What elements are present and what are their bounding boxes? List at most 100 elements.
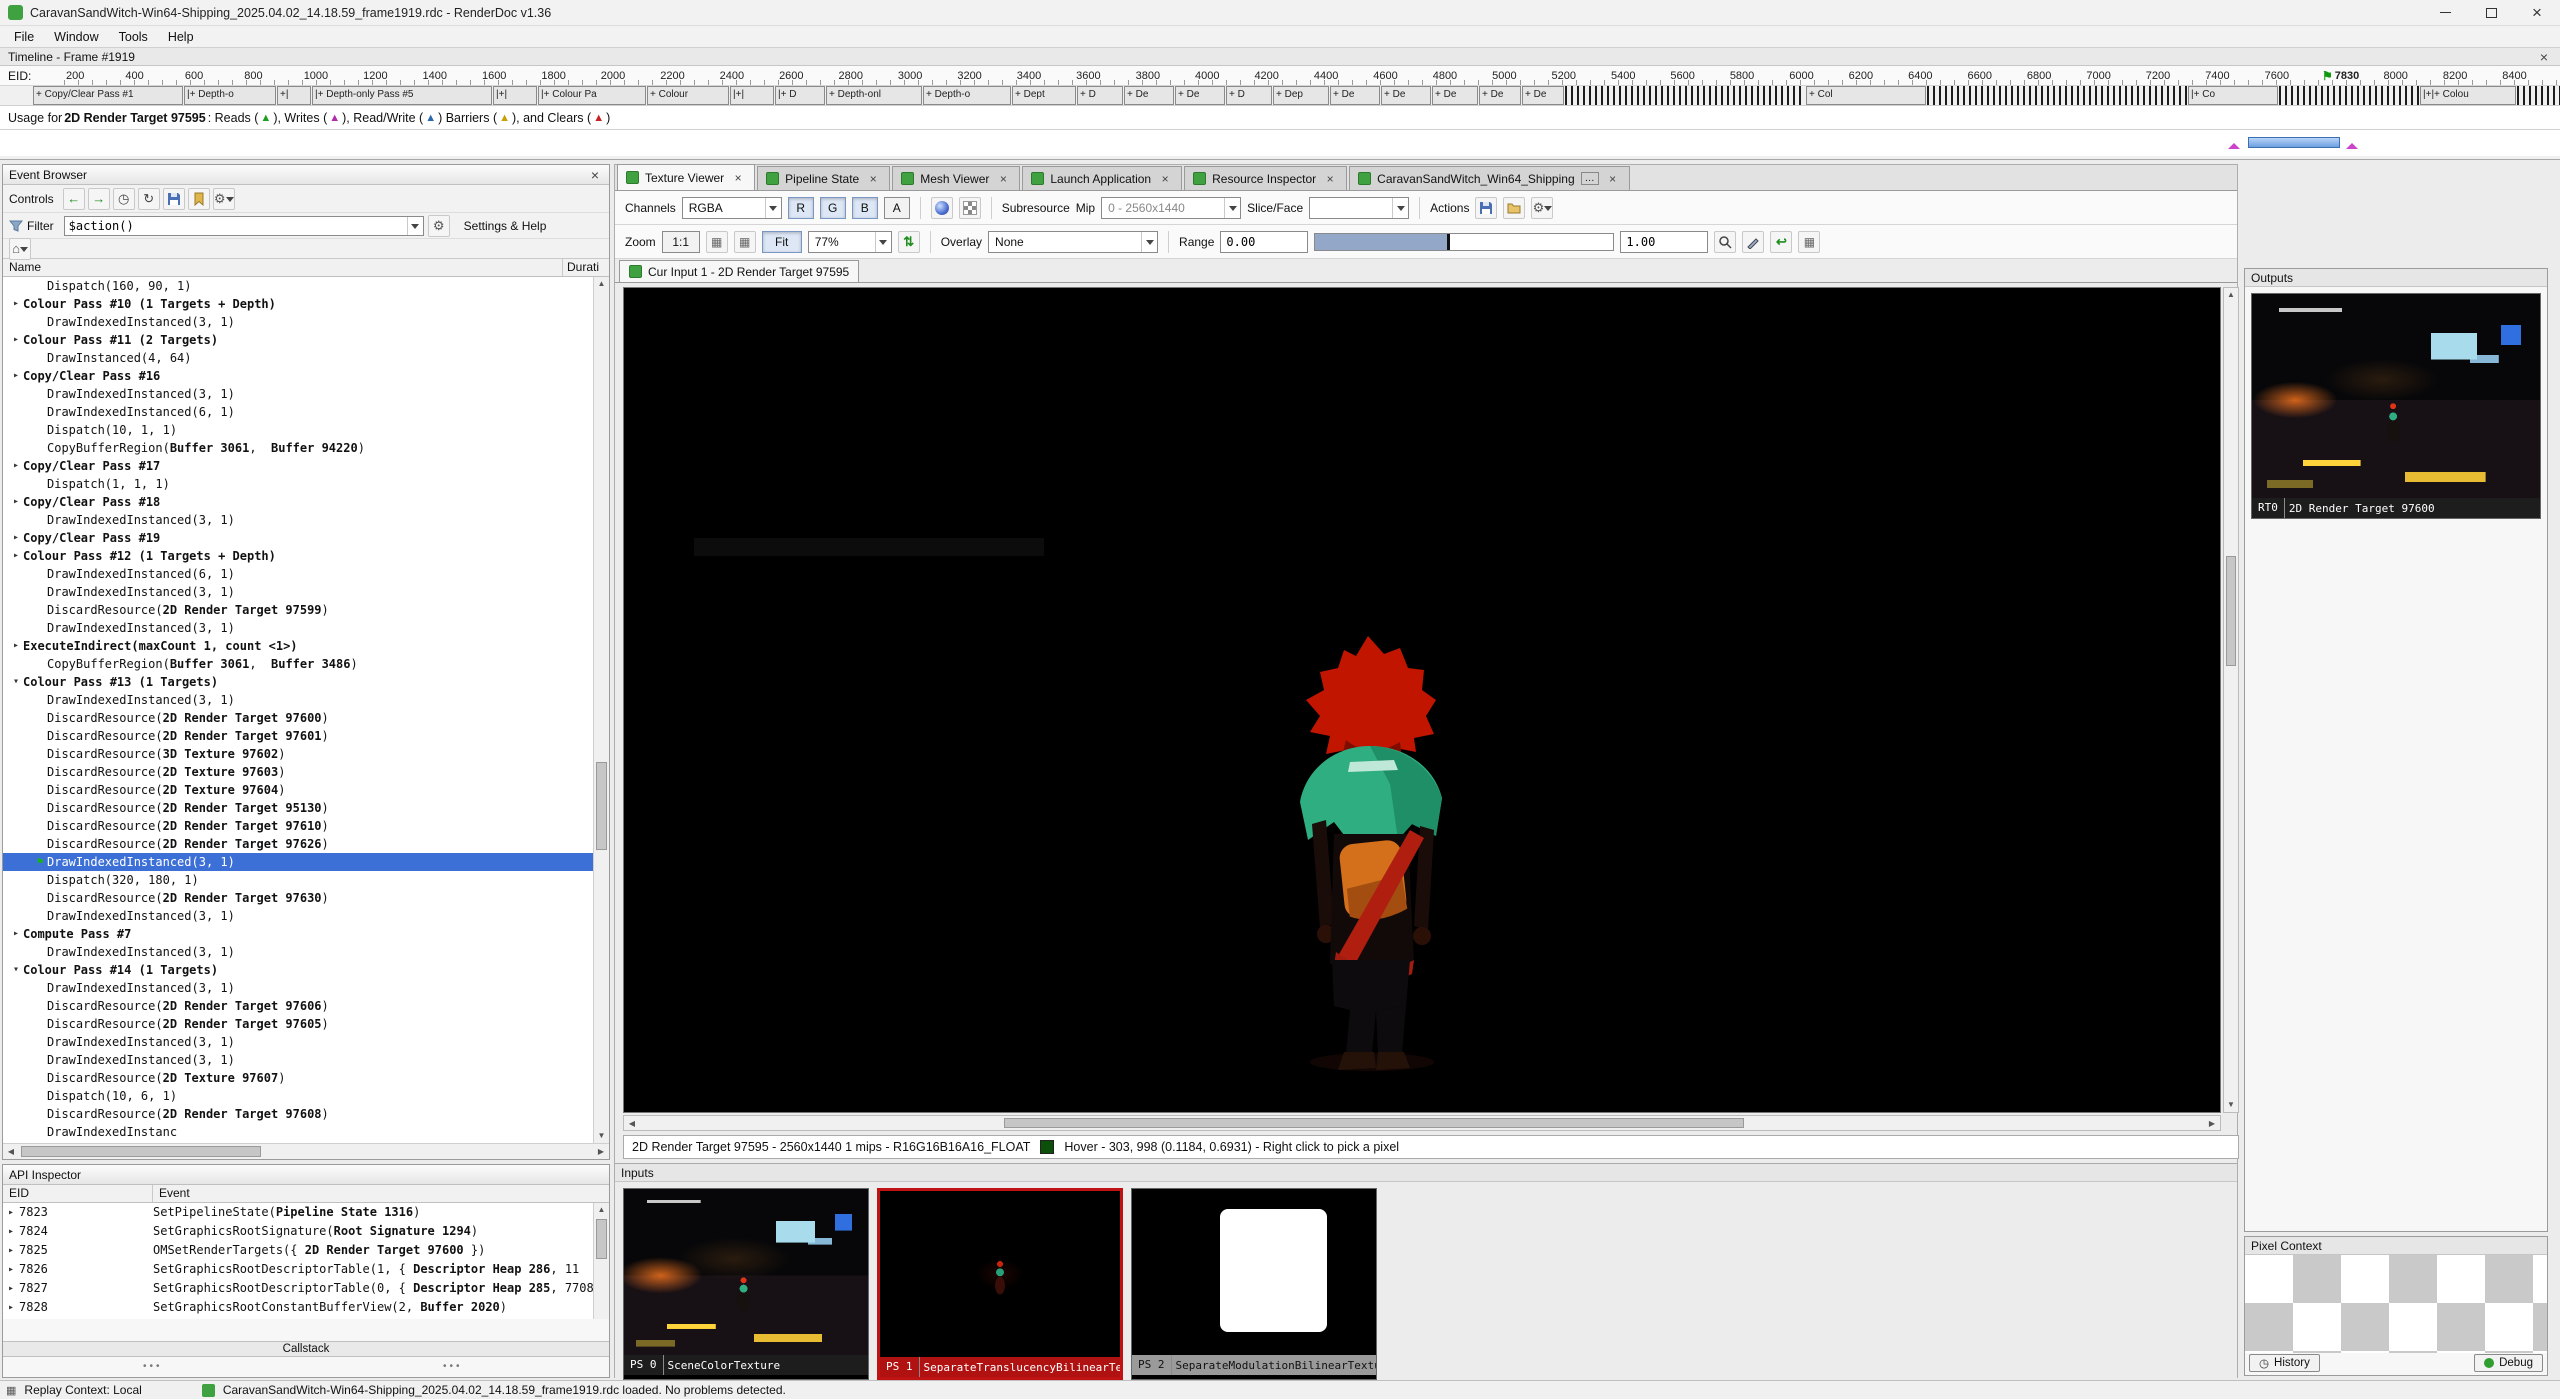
replay-context-label[interactable]: Replay Context: Local xyxy=(24,1383,141,1397)
event-row[interactable]: DrawIndexedInstanced(3, 1) xyxy=(3,619,593,637)
pass-segment[interactable]: + De xyxy=(1522,86,1564,105)
expand-arrow-icon[interactable] xyxy=(9,673,23,691)
expand-arrow-icon[interactable] xyxy=(33,313,47,331)
scrollbar-thumb[interactable] xyxy=(596,1219,607,1259)
duration-column-header[interactable]: Durati xyxy=(563,259,609,276)
expand-arrow-icon[interactable] xyxy=(33,997,47,1015)
expand-arrow-icon[interactable] xyxy=(33,763,47,781)
expand-arrow-icon[interactable] xyxy=(33,781,47,799)
splitter-grip[interactable] xyxy=(443,1361,463,1372)
pass-segment[interactable]: + D xyxy=(1077,86,1123,105)
close-button[interactable] xyxy=(2514,0,2560,25)
range-slider[interactable] xyxy=(1314,233,1614,251)
expand-arrow-icon[interactable] xyxy=(33,439,47,457)
expand-arrow-icon[interactable] xyxy=(33,745,47,763)
expand-arrow-icon[interactable] xyxy=(33,511,47,529)
pass-segment[interactable]: + De xyxy=(1330,86,1380,105)
expand-arrow-icon[interactable] xyxy=(3,1279,19,1298)
document-tab[interactable]: Mesh Viewer xyxy=(892,166,1020,190)
expand-arrow-icon[interactable] xyxy=(33,655,47,673)
expand-arrow-icon[interactable] xyxy=(33,601,47,619)
name-column-header[interactable]: Name xyxy=(3,259,563,276)
event-row[interactable]: DiscardResource(2D Render Target 97610) xyxy=(3,817,593,835)
range-zoom-button[interactable] xyxy=(1714,231,1736,253)
api-row[interactable]: 7827 SetGraphicsRootDescriptorTable(0, {… xyxy=(3,1279,593,1298)
pass-segment[interactable]: + Dept xyxy=(1012,86,1076,105)
expand-arrow-icon[interactable] xyxy=(9,925,23,943)
pass-segment[interactable]: + Colour xyxy=(647,86,729,105)
pass-segment[interactable] xyxy=(2517,86,2560,105)
minimize-button[interactable] xyxy=(2422,0,2468,25)
pass-segment[interactable]: |+|+ Colou xyxy=(2420,86,2516,105)
pass-segment[interactable]: + Depth-o xyxy=(923,86,1011,105)
expand-arrow-icon[interactable] xyxy=(9,295,23,313)
checker-background-button[interactable] xyxy=(959,197,981,219)
event-row[interactable]: DrawIndexedInstanced(3, 1) xyxy=(3,313,593,331)
event-row[interactable]: DiscardResource(2D Texture 97604) xyxy=(3,781,593,799)
api-row[interactable]: 7825 OMSetRenderTargets({ 2D Render Targ… xyxy=(3,1241,593,1260)
expand-arrow-icon[interactable] xyxy=(33,619,47,637)
api-row[interactable]: 7828 SetGraphicsRootConstantBufferView(2… xyxy=(3,1298,593,1317)
scroll-left-icon[interactable] xyxy=(3,1144,19,1159)
expand-arrow-icon[interactable] xyxy=(33,277,47,295)
sliceface-combo[interactable] xyxy=(1309,197,1409,219)
document-tab[interactable]: Launch Application xyxy=(1022,166,1182,190)
range-autofit-button[interactable] xyxy=(1742,231,1764,253)
event-row[interactable]: DrawIndexedInstanced(3, 1) xyxy=(3,385,593,403)
event-row[interactable]: DrawIndexedInstanced(6, 1) xyxy=(3,403,593,421)
expand-arrow-icon[interactable] xyxy=(33,799,47,817)
expand-arrow-icon[interactable] xyxy=(9,529,23,547)
menu-item[interactable]: Help xyxy=(158,30,204,44)
event-row[interactable]: DiscardResource(2D Render Target 97606) xyxy=(3,997,593,1015)
expand-arrow-icon[interactable] xyxy=(9,637,23,655)
expand-arrow-icon[interactable] xyxy=(33,1123,47,1141)
scroll-up-icon[interactable] xyxy=(594,277,609,291)
event-row[interactable]: Copy/Clear Pass #16 xyxy=(3,367,593,385)
event-row[interactable]: DrawInstanced(4, 64) xyxy=(3,349,593,367)
range-slider-handle[interactable] xyxy=(1447,234,1450,250)
expand-arrow-icon[interactable] xyxy=(9,961,23,979)
pass-segment[interactable]: + De xyxy=(1479,86,1521,105)
flip-y-button[interactable] xyxy=(898,231,920,253)
pass-segment[interactable]: |+| xyxy=(493,86,537,105)
expand-arrow-icon[interactable] xyxy=(33,1015,47,1033)
current-texture-tab[interactable]: Cur Input 1 - 2D Render Target 97595 xyxy=(619,260,859,282)
event-row[interactable]: DiscardResource(2D Render Target 97600) xyxy=(3,709,593,727)
event-row[interactable]: CopyBufferRegion(Buffer 3061, Buffer 942… xyxy=(3,439,593,457)
output-thumbnail[interactable]: RT0 2D Render Target 97600 xyxy=(2251,293,2541,519)
expand-arrow-icon[interactable] xyxy=(9,457,23,475)
expand-arrow-icon[interactable] xyxy=(3,1260,19,1279)
zoom-grid-button[interactable] xyxy=(706,231,728,253)
gamma-display-button[interactable] xyxy=(931,197,953,219)
pass-segment[interactable]: + D xyxy=(1226,86,1272,105)
expand-arrow-icon[interactable] xyxy=(33,349,47,367)
expand-arrow-icon[interactable] xyxy=(3,1203,19,1222)
event-row[interactable]: Copy/Clear Pass #17 xyxy=(3,457,593,475)
range-histogram-button[interactable] xyxy=(1798,231,1820,253)
input-thumbnail[interactable]: PS 1 SeparateTranslucencyBilinearTexture xyxy=(877,1188,1123,1380)
open-texture-button[interactable] xyxy=(1503,197,1525,219)
channels-combo[interactable]: RGBA xyxy=(682,197,782,219)
pass-segment[interactable]: +| xyxy=(277,86,311,105)
timeline-ruler[interactable]: EID: 20040060080010001200140016001800200… xyxy=(0,66,2560,86)
blue-channel-toggle[interactable]: B xyxy=(852,197,878,219)
pass-segment[interactable]: |+ Depth-o xyxy=(184,86,276,105)
scroll-up-icon[interactable] xyxy=(594,1203,609,1217)
scrollbar-thumb[interactable] xyxy=(596,762,607,850)
scroll-right-icon[interactable] xyxy=(593,1144,609,1159)
event-row[interactable]: DrawIndexedInstanced(3, 1) xyxy=(3,1033,593,1051)
close-icon[interactable] xyxy=(1157,172,1173,186)
scroll-left-icon[interactable] xyxy=(624,1116,640,1130)
pass-segment[interactable]: + De xyxy=(1432,86,1478,105)
filter-input[interactable] xyxy=(65,219,407,233)
timeline-usage-track[interactable] xyxy=(0,130,2560,156)
step-back-button[interactable] xyxy=(63,188,85,210)
event-row[interactable]: Colour Pass #13 (1 Targets) xyxy=(3,673,593,691)
event-row[interactable]: Dispatch(160, 90, 1) xyxy=(3,277,593,295)
input-thumbnail[interactable]: PS 0 SceneColorTexture xyxy=(623,1188,869,1380)
range-max-input[interactable] xyxy=(1620,231,1708,253)
api-inspector-scrollbar[interactable] xyxy=(593,1203,609,1319)
event-browser-horizontal-scrollbar[interactable] xyxy=(3,1143,609,1159)
event-row[interactable]: DiscardResource(3D Texture 97602) xyxy=(3,745,593,763)
expand-arrow-icon[interactable] xyxy=(33,1033,47,1051)
